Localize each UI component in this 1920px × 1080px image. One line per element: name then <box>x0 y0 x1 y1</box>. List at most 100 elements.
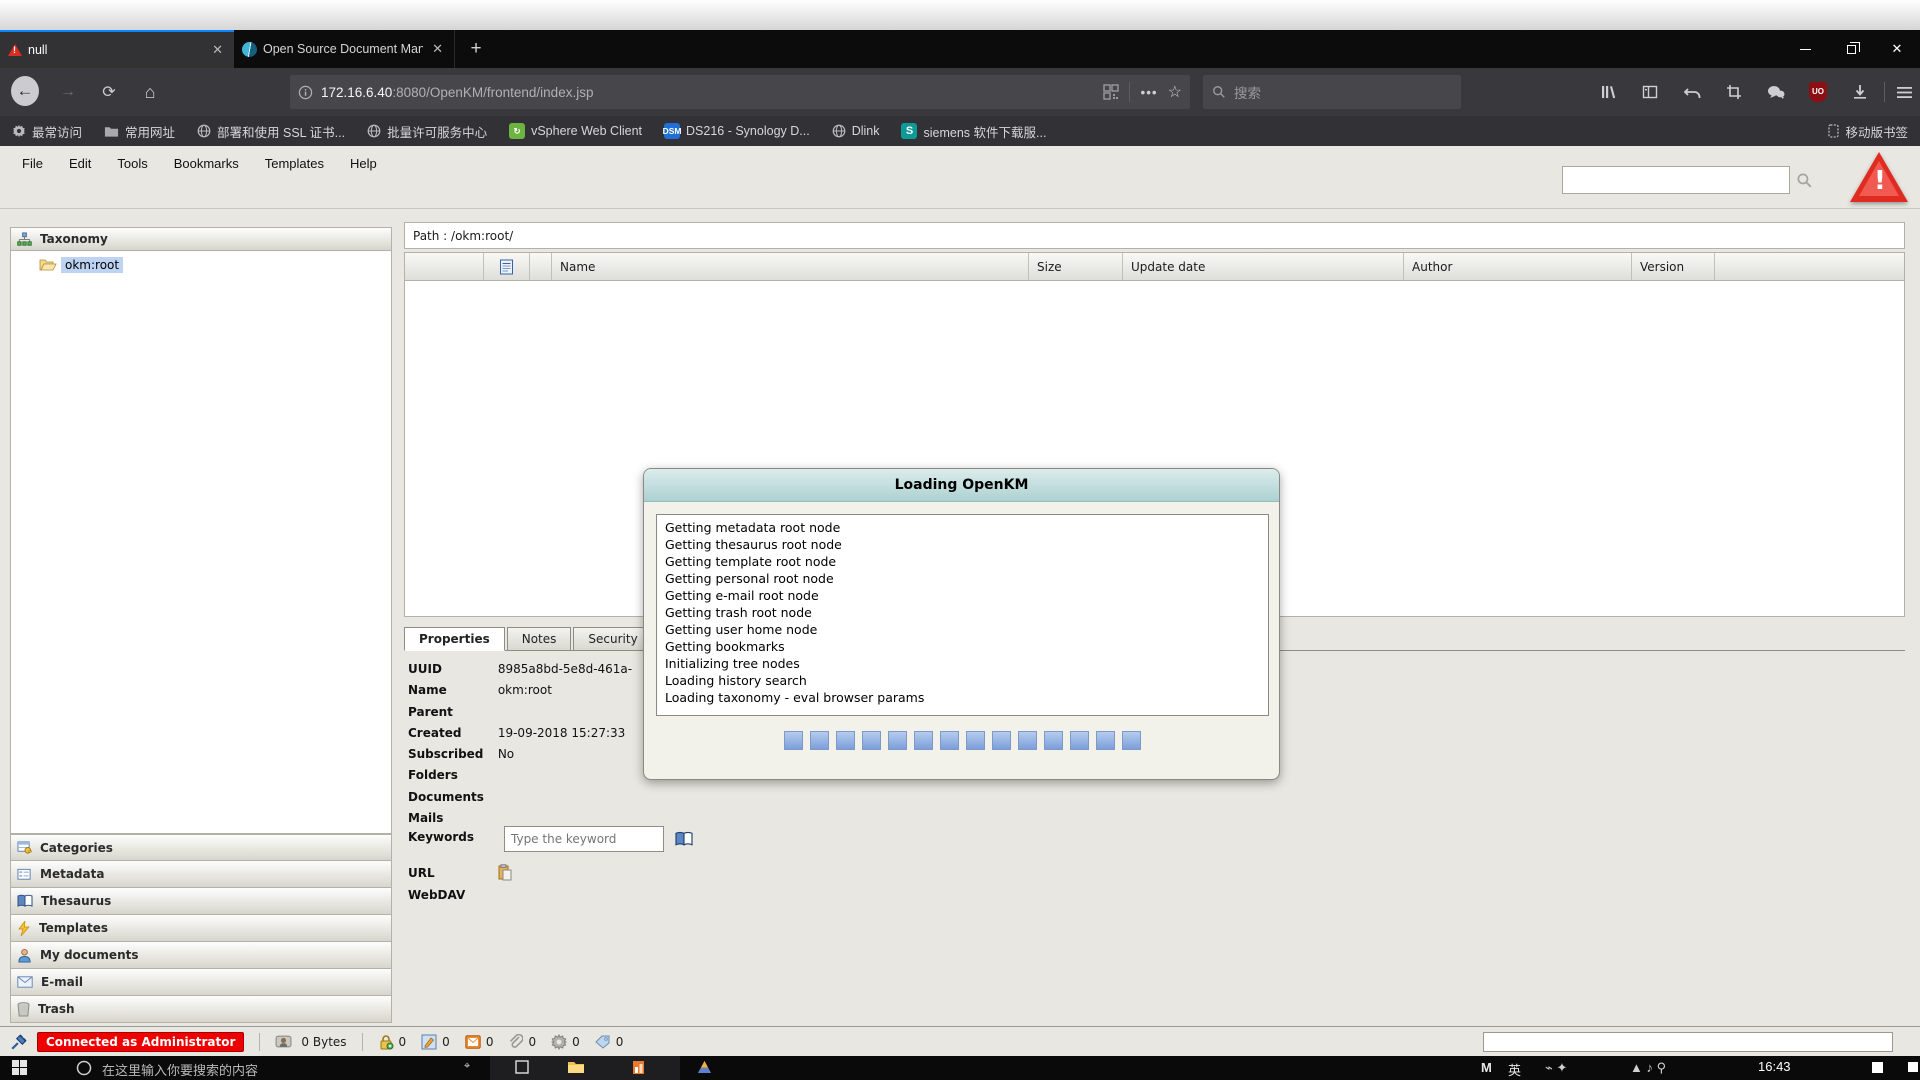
bookmark-ssl-docs[interactable]: 部署和使用 SSL 证书... <box>197 122 345 141</box>
statusbar-input[interactable] <box>1483 1032 1893 1052</box>
stack-section-templates[interactable]: Templates <box>10 915 392 942</box>
keyword-input[interactable] <box>504 826 664 852</box>
stack-section-label: Taxonomy <box>40 232 108 246</box>
stack-section-email[interactable]: E-mail <box>10 969 392 996</box>
stack-section-metadata[interactable]: Metadata <box>10 861 392 888</box>
show-desktop-button[interactable] <box>1908 1062 1918 1072</box>
menu-hamburger-icon[interactable] <box>1890 78 1918 106</box>
bookmark-star-icon[interactable]: ☆ <box>1168 82 1182 102</box>
library-icon[interactable] <box>1594 78 1622 106</box>
restore-button[interactable] <box>1828 30 1874 68</box>
close-button[interactable]: ✕ <box>1874 30 1920 68</box>
header-spacer[interactable] <box>405 253 484 280</box>
clock[interactable]: 16:43 <box>1758 1059 1791 1074</box>
tab-notes[interactable]: Notes <box>507 627 572 651</box>
menu-item[interactable]: File <box>22 156 43 171</box>
loading-message-list: Getting metadata root node Getting thesa… <box>656 514 1269 716</box>
property-label: Subscribed <box>408 744 494 765</box>
quick-search-icon[interactable] <box>1796 172 1813 189</box>
home-button[interactable]: ⌂ <box>136 78 164 106</box>
menu-item[interactable]: Tools <box>117 156 147 171</box>
tab-null[interactable]: null ✕ <box>0 30 234 68</box>
file-explorer-icon[interactable] <box>567 1060 585 1074</box>
search-bar[interactable]: 搜索 <box>1203 75 1461 109</box>
task-view-icon[interactable] <box>515 1060 529 1074</box>
tab-properties[interactable]: Properties <box>404 627 505 651</box>
clipboard-copy-icon[interactable] <box>498 864 512 881</box>
stack-section-categories[interactable]: Categories <box>10 834 392 861</box>
browser-titlebar: null ✕ Open Source Document Man ✕ + ✕ <box>0 30 1920 68</box>
trash-icon <box>17 1002 30 1017</box>
gear-icon <box>12 124 26 138</box>
progress-square <box>1018 731 1037 750</box>
bookmark-folder-sites[interactable]: 常用网址 <box>104 122 175 141</box>
dialog-title[interactable]: Loading OpenKM <box>644 469 1279 502</box>
header-spacer[interactable] <box>530 253 552 280</box>
qr-code-icon[interactable] <box>1103 84 1119 100</box>
menu-item[interactable]: Bookmarks <box>174 156 239 171</box>
stack-section-my-documents[interactable]: My documents <box>10 942 392 969</box>
orange-app-icon[interactable] <box>632 1060 645 1075</box>
header-author[interactable]: Author <box>1404 253 1632 280</box>
webdav-label: WebDAV <box>408 888 465 902</box>
bookmark-siemens[interactable]: S siemens 软件下载服... <box>901 122 1046 141</box>
tab-close-icon[interactable]: ✕ <box>209 42 226 58</box>
sidebar-toggle-icon[interactable] <box>1636 78 1664 106</box>
quick-search-input[interactable] <box>1562 166 1790 194</box>
menu-item[interactable]: Edit <box>69 156 91 171</box>
header-size[interactable]: Size <box>1029 253 1123 280</box>
tab-openkm[interactable]: Open Source Document Man ✕ <box>234 30 455 68</box>
menu-item[interactable]: Help <box>350 156 377 171</box>
bookmark-most-visited[interactable]: 最常访问 <box>12 122 82 141</box>
windows-start-icon[interactable] <box>12 1060 27 1075</box>
loading-message: Loading taxonomy - eval browser params <box>665 689 1260 706</box>
stack-section-label: Categories <box>40 841 113 855</box>
cortana-icon[interactable] <box>76 1060 92 1076</box>
crop-tool-icon[interactable] <box>1720 78 1748 106</box>
stack-section-trash[interactable]: Trash <box>10 996 392 1023</box>
back-button[interactable]: ← <box>11 77 39 105</box>
forward-button[interactable]: → <box>54 78 82 106</box>
bookmark-dlink[interactable]: Dlink <box>832 124 880 138</box>
ime-m-icon[interactable]: M <box>1481 1060 1492 1075</box>
ublock-shield-icon[interactable]: UO <box>1804 78 1832 106</box>
header-update-date[interactable]: Update date <box>1123 253 1404 280</box>
stack-section-thesaurus[interactable]: Thesaurus <box>10 888 392 915</box>
loading-message: Initializing tree nodes <box>665 655 1260 672</box>
reload-button[interactable]: ⟳ <box>95 78 123 106</box>
bookmark-ds216[interactable]: DSM DS216 - Synology D... <box>664 123 810 139</box>
tray-icons[interactable]: ▲ ♪ ⚲ <box>1630 1060 1666 1076</box>
tab-close-icon[interactable]: ✕ <box>429 41 446 57</box>
stack-section-label: Trash <box>38 1002 75 1016</box>
taskbar-search-placeholder[interactable]: 在这里输入你要搜索的内容 <box>102 1060 258 1079</box>
property-label: Keywords <box>408 830 494 844</box>
stack-section-taxonomy[interactable]: Taxonomy <box>10 227 392 251</box>
tray-icons[interactable]: ⌁ ✦ <box>1545 1060 1567 1076</box>
url-bar[interactable]: 172.16.6.40 :8080/OpenKM/frontend/index.… <box>290 75 1190 109</box>
chat-wechat-icon[interactable] <box>1762 78 1790 106</box>
header-spacer[interactable] <box>1715 253 1904 280</box>
property-label: UUID <box>408 659 494 680</box>
photos-app-icon[interactable] <box>697 1060 712 1075</box>
tab-security[interactable]: Security <box>573 627 652 651</box>
progress-square <box>1070 731 1089 750</box>
new-tab-button[interactable]: + <box>462 36 490 62</box>
header-version[interactable]: Version <box>1632 253 1715 280</box>
tray-app-icon[interactable] <box>1872 1062 1883 1073</box>
download-icon[interactable] <box>1846 78 1874 106</box>
bookmark-vsphere[interactable]: ↻ vSphere Web Client <box>509 123 642 139</box>
alert-triangle-icon[interactable] <box>1850 152 1908 202</box>
tree-node-okm-root[interactable]: okm:root <box>39 257 391 273</box>
app-statusbar: Connected as Administrator 0 Bytes 0 0 <box>0 1026 1920 1056</box>
thesaurus-lookup-icon[interactable] <box>674 831 694 847</box>
undo-screenshot-icon[interactable] <box>1678 78 1706 106</box>
page-actions-icon[interactable]: ••• <box>1140 85 1157 100</box>
pen-icon[interactable]: ⌖ <box>464 1060 470 1073</box>
bookmark-mobile[interactable]: 移动版书签 <box>1828 122 1908 141</box>
minimize-button[interactable] <box>1782 30 1828 68</box>
bookmark-license-center[interactable]: 批量许可服务中心 <box>367 122 487 141</box>
header-name[interactable]: Name <box>552 253 1029 280</box>
header-type-column[interactable] <box>484 253 530 280</box>
ime-language-indicator[interactable]: 英 <box>1508 1060 1521 1079</box>
menu-item[interactable]: Templates <box>265 156 324 171</box>
